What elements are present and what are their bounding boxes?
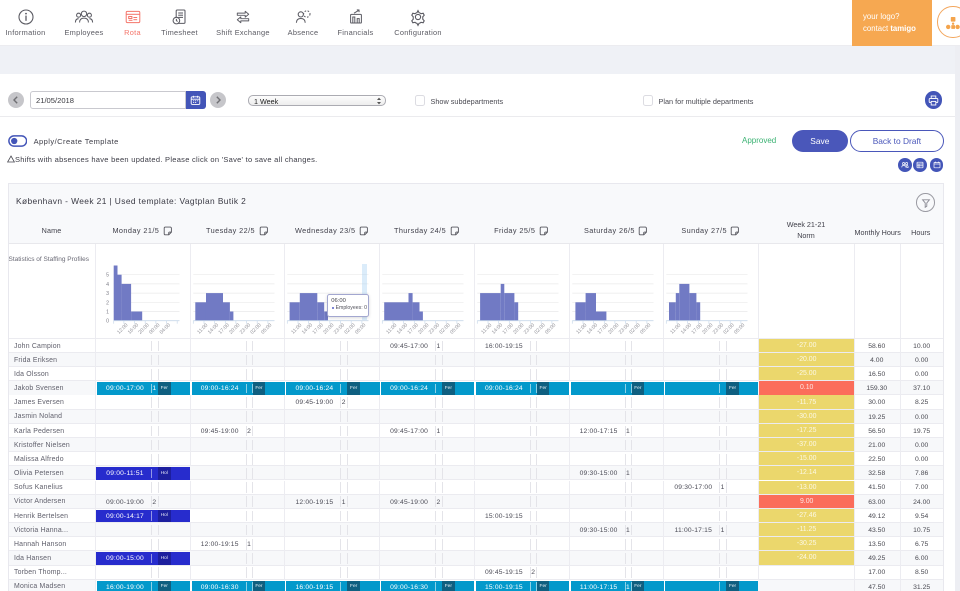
svg-text:14:00: 14:00 <box>396 322 409 335</box>
svg-text:20:00: 20:00 <box>701 322 714 335</box>
svg-text:1: 1 <box>106 309 109 315</box>
svg-text:05:00: 05:00 <box>449 322 462 335</box>
svg-text:14:00: 14:00 <box>585 322 598 335</box>
svg-text:11:00: 11:00 <box>670 322 683 335</box>
svg-text:04:00: 04:00 <box>159 322 172 335</box>
svg-text:17:00: 17:00 <box>596 322 609 335</box>
svg-text:14:00: 14:00 <box>680 322 693 335</box>
svg-text:02:00: 02:00 <box>723 322 736 335</box>
svg-text:23:00: 23:00 <box>523 322 536 335</box>
svg-text:20:00: 20:00 <box>137 322 150 335</box>
svg-text:20:00: 20:00 <box>228 322 241 335</box>
svg-text:02:00: 02:00 <box>439 322 452 335</box>
svg-text:11:00: 11:00 <box>480 322 493 335</box>
svg-text:14:00: 14:00 <box>207 322 220 335</box>
svg-text:14:00: 14:00 <box>491 322 504 335</box>
svg-text:23:00: 23:00 <box>428 322 441 335</box>
svg-text:12:00: 12:00 <box>116 322 129 335</box>
svg-text:5: 5 <box>106 272 109 278</box>
svg-text:05:00: 05:00 <box>355 322 368 335</box>
svg-text:17:00: 17:00 <box>501 322 514 335</box>
svg-text:17:00: 17:00 <box>217 322 230 335</box>
svg-text:02:00: 02:00 <box>344 322 357 335</box>
svg-text:3: 3 <box>106 291 109 297</box>
svg-text:16:00: 16:00 <box>127 322 140 335</box>
svg-text:05:00: 05:00 <box>639 322 652 335</box>
svg-text:0: 0 <box>106 318 109 324</box>
svg-text:05:00: 05:00 <box>260 322 273 335</box>
svg-text:02:00: 02:00 <box>533 322 546 335</box>
svg-text:20:00: 20:00 <box>512 322 525 335</box>
svg-text:20:00: 20:00 <box>417 322 430 335</box>
svg-text:20:00: 20:00 <box>323 322 336 335</box>
svg-text:4: 4 <box>106 281 109 287</box>
svg-text:17:00: 17:00 <box>312 322 325 335</box>
svg-text:23:00: 23:00 <box>333 322 346 335</box>
svg-text:11:00: 11:00 <box>575 322 588 335</box>
svg-text:11:00: 11:00 <box>291 322 304 335</box>
svg-text:02:00: 02:00 <box>628 322 641 335</box>
svg-text:05:00: 05:00 <box>544 322 557 335</box>
svg-text:17:00: 17:00 <box>407 322 420 335</box>
svg-text:02:00: 02:00 <box>249 322 262 335</box>
svg-text:00:00: 00:00 <box>148 322 161 335</box>
svg-text:11:00: 11:00 <box>196 322 209 335</box>
svg-text:23:00: 23:00 <box>617 322 630 335</box>
svg-text:11:00: 11:00 <box>385 322 398 335</box>
svg-text:14:00: 14:00 <box>301 322 314 335</box>
svg-text:23:00: 23:00 <box>239 322 252 335</box>
svg-text:23:00: 23:00 <box>712 322 725 335</box>
svg-text:17:00: 17:00 <box>691 322 704 335</box>
svg-text:05:00: 05:00 <box>733 322 746 335</box>
svg-text:2: 2 <box>106 300 109 306</box>
svg-text:20:00: 20:00 <box>607 322 620 335</box>
